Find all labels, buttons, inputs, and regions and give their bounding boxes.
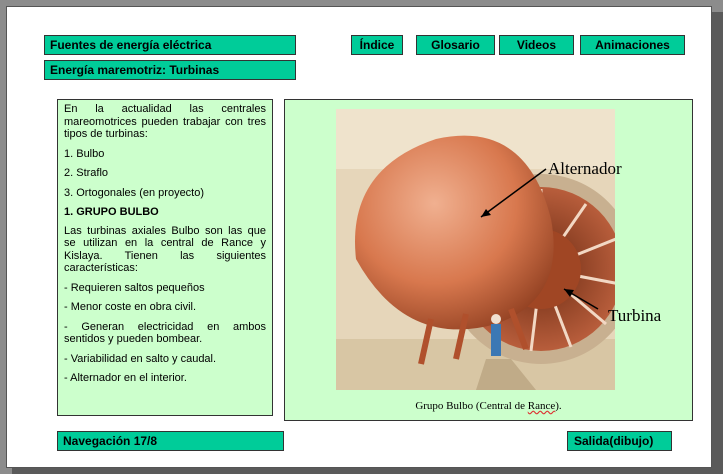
- list-item: 1. Bulbo: [64, 147, 105, 160]
- intro-text: En la actualidad las centrales mareomotr…: [64, 103, 266, 140]
- list-item: 2. Straflo: [64, 167, 109, 179]
- section-heading: 1. GRUPO BULBO: [64, 206, 159, 218]
- bulb-turbine-photo: [336, 109, 615, 390]
- figure-panel: Alternador Turbina Grupo Bulbo (Central …: [284, 99, 693, 421]
- videos-button[interactable]: Videos: [499, 35, 574, 55]
- feature-item: - Variabilidad en salto y caudal.: [64, 352, 217, 365]
- feature-item: - Generan electricidad en ambos sentidos…: [64, 320, 266, 346]
- topic-title: Fuentes de energía eléctrica: [44, 35, 296, 55]
- feature-item: - Alternador en el interior.: [64, 372, 187, 384]
- alternador-label: Alternador: [548, 159, 622, 178]
- slide: Fuentes de energía eléctrica Energía mar…: [6, 6, 712, 468]
- description-text: Las turbinas axiales Bulbo son las que s…: [64, 224, 266, 275]
- animaciones-button[interactable]: Animaciones: [580, 35, 685, 55]
- caption-place: Rance: [527, 400, 556, 412]
- caption-post: ).: [555, 400, 562, 412]
- list-item: 3. Ortogonales (en proyecto): [64, 186, 205, 199]
- caption-pre: Grupo Bulbo (Central de: [415, 400, 528, 412]
- feature-item: - Requieren saltos pequeños: [64, 281, 205, 294]
- exit-button[interactable]: Salida(dibujo): [567, 431, 672, 451]
- turbina-label: Turbina: [608, 306, 662, 325]
- figure-caption: Grupo Bulbo (Central de Rance).: [285, 400, 692, 412]
- indice-button[interactable]: Índice: [351, 35, 403, 55]
- feature-item: - Menor coste en obra civil.: [64, 301, 197, 313]
- navigation-indicator: Navegación 17/8: [57, 431, 284, 451]
- subtopic-title: Energía maremotriz: Turbinas: [44, 60, 296, 80]
- glosario-button[interactable]: Glosario: [416, 35, 495, 55]
- bulb-turbine-drawing: [336, 109, 615, 390]
- text-panel: En la actualidad las centrales mareomotr…: [57, 99, 273, 416]
